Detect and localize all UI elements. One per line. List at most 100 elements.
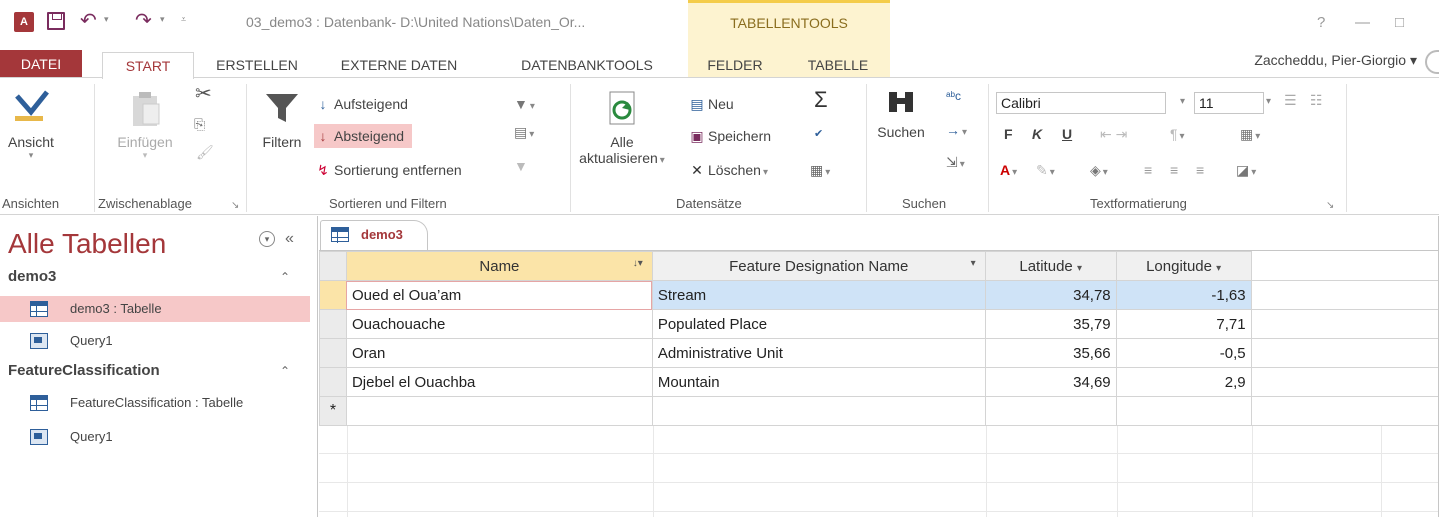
table-row[interactable]: Oran Administrative Unit 35,66 -0,5: [319, 338, 1439, 368]
underline-button[interactable]: U: [1062, 126, 1072, 142]
filtern-button[interactable]: Filtern: [254, 88, 310, 150]
select-all-cell[interactable]: [319, 251, 347, 281]
undo-icon[interactable]: ↶: [80, 8, 97, 33]
format-painter-icon[interactable]: 🖌: [196, 140, 214, 164]
save-icon[interactable]: [47, 12, 65, 30]
font-name-dropdown-icon[interactable]: ▾: [1180, 90, 1185, 114]
align-center-icon[interactable]: ≡: [1170, 158, 1178, 182]
nav-item-featureclassification-table[interactable]: FeatureClassification : Tabelle: [0, 390, 310, 416]
select-icon[interactable]: ⇲ ▾: [946, 150, 965, 174]
align-left-icon[interactable]: ≡: [1144, 158, 1152, 182]
fill-color-icon[interactable]: ◈ ▾: [1090, 158, 1108, 182]
nav-pane-title[interactable]: Alle Tabellen: [8, 228, 166, 260]
save-record-button[interactable]: ▣ Speichern: [688, 124, 771, 148]
table-row[interactable]: Ouachouache Populated Place 35,79 7,71: [319, 309, 1439, 339]
cell-feature[interactable]: Stream: [651, 280, 986, 310]
remove-sort-button[interactable]: ↯ Sortierung entfernen: [314, 158, 462, 182]
column-dropdown-icon[interactable]: ▾: [1077, 263, 1082, 274]
redo-icon[interactable]: ↷: [135, 8, 152, 33]
table-row[interactable]: Djebel el Ouachba Mountain 34,69 2,9: [319, 367, 1439, 397]
cell-latitude[interactable]: 34,69: [984, 367, 1117, 397]
sort-descending-arrow-icon[interactable]: ↓▾: [633, 258, 643, 269]
zwischenablage-launcher-icon[interactable]: ↘: [231, 200, 239, 211]
new-record-marker[interactable]: *: [319, 396, 347, 426]
sort-descending-button[interactable]: ↓ Absteigend: [314, 124, 413, 148]
bold-button[interactable]: F: [1004, 126, 1013, 142]
cell-name[interactable]: Ouachouache: [345, 309, 653, 339]
row-selector[interactable]: [319, 280, 347, 310]
nav-item-query1[interactable]: Query1: [0, 328, 310, 354]
advanced-filter-icon[interactable]: ▤ ▾: [514, 120, 534, 144]
totals-sigma-icon[interactable]: Σ: [814, 88, 828, 112]
cell-longitude[interactable]: -1,63: [1115, 280, 1252, 310]
tab-tabelle[interactable]: TABELLE: [796, 52, 880, 78]
alle-aktualisieren-button[interactable]: Alle aktualisieren ▾: [572, 88, 672, 166]
row-selector[interactable]: [319, 338, 347, 368]
replace-icon[interactable]: ᵃᵇc: [946, 84, 961, 108]
tab-datenbanktools[interactable]: DATENBANKTOOLS: [500, 52, 674, 78]
column-dropdown-icon[interactable]: ▾: [971, 258, 976, 269]
tab-erstellen[interactable]: ERSTELLEN: [210, 52, 304, 78]
cell-latitude[interactable]: [984, 396, 1117, 426]
indent-icons[interactable]: ⇤ ⇥: [1100, 122, 1127, 146]
undo-dropdown-icon[interactable]: ▾: [104, 14, 109, 25]
table-row[interactable]: Oued el Oua’am Stream 34,78 -1,63: [319, 280, 1439, 310]
cell-longitude[interactable]: -0,5: [1115, 338, 1252, 368]
sort-ascending-button[interactable]: ↓ Aufsteigend: [314, 92, 408, 116]
suchen-button[interactable]: Suchen: [870, 88, 932, 140]
nav-collapse-icon[interactable]: «: [285, 230, 294, 248]
cell-feature[interactable]: [651, 396, 986, 426]
toggle-filter-icon[interactable]: ▼: [514, 154, 528, 178]
font-color-icon[interactable]: A ▾: [1000, 158, 1017, 182]
cell-feature[interactable]: Populated Place: [651, 309, 986, 339]
alternate-row-color-icon[interactable]: ◪ ▾: [1236, 158, 1256, 182]
cell-latitude[interactable]: 35,66: [984, 338, 1117, 368]
selection-filter-icon[interactable]: ▼ ▾: [514, 92, 535, 116]
cell-feature[interactable]: Administrative Unit: [651, 338, 986, 368]
textformatierung-launcher-icon[interactable]: ↘: [1326, 200, 1334, 211]
restore-button[interactable]: □: [1395, 14, 1404, 31]
cell-name[interactable]: Oued el Oua’am: [345, 280, 653, 310]
align-right-icon[interactable]: ≡: [1196, 158, 1204, 182]
spelling-icon[interactable]: ✔: [814, 122, 823, 146]
help-icon[interactable]: ?: [1317, 14, 1325, 31]
row-selector[interactable]: [319, 309, 347, 339]
copy-icon[interactable]: ⎘: [194, 112, 205, 136]
numbered-list-icon[interactable]: ☷: [1310, 88, 1323, 112]
cell-name[interactable]: [345, 396, 653, 426]
more-records-icon[interactable]: ▦ ▾: [810, 158, 830, 182]
font-size-dropdown-icon[interactable]: ▾: [1266, 90, 1271, 114]
customize-qat-icon[interactable]: ⩡: [181, 14, 186, 25]
goto-icon[interactable]: → ▾: [946, 118, 967, 142]
paragraph-direction-icon[interactable]: ¶ ▾: [1170, 122, 1185, 146]
cell-longitude[interactable]: 2,9: [1115, 367, 1252, 397]
document-tab-demo3[interactable]: demo3: [320, 220, 428, 250]
einfuegen-button[interactable]: Einfügen ▾: [112, 88, 178, 161]
minimize-button[interactable]: —: [1355, 14, 1370, 31]
new-record-row[interactable]: *: [319, 396, 1439, 426]
tab-externe-daten[interactable]: EXTERNE DATEN: [322, 52, 476, 78]
nav-group-header[interactable]: FeatureClassification: [8, 362, 160, 379]
delete-record-button[interactable]: ✕ Löschen ▾: [688, 158, 768, 182]
user-account[interactable]: Zaccheddu, Pier-Giorgio ▾: [1254, 52, 1417, 69]
row-selector[interactable]: [319, 367, 347, 397]
bullet-list-icon[interactable]: ☰: [1284, 88, 1297, 112]
cell-longitude[interactable]: [1115, 396, 1252, 426]
column-dropdown-icon[interactable]: ▾: [1216, 263, 1221, 274]
redo-dropdown-icon[interactable]: ▾: [160, 14, 165, 25]
column-header-latitude[interactable]: Latitude ▾: [984, 251, 1117, 281]
column-header-name[interactable]: Name ↓▾: [345, 251, 653, 281]
cell-feature[interactable]: Mountain: [651, 367, 986, 397]
access-app-icon[interactable]: A: [14, 12, 34, 32]
cell-name[interactable]: Djebel el Ouachba: [345, 367, 653, 397]
gridlines-icon[interactable]: ▦ ▾: [1240, 122, 1260, 146]
ansicht-button[interactable]: Ansicht ▾: [4, 88, 58, 161]
nav-menu-dropdown-icon[interactable]: ▾: [259, 231, 275, 247]
highlight-icon[interactable]: ✎ ▾: [1036, 158, 1055, 182]
column-header-feature[interactable]: Feature Designation Name ▾: [651, 251, 986, 281]
cell-longitude[interactable]: 7,71: [1115, 309, 1252, 339]
cell-name[interactable]: Oran: [345, 338, 653, 368]
tab-felder[interactable]: FELDER: [698, 52, 772, 78]
nav-item-query1[interactable]: Query1: [0, 424, 310, 450]
new-record-button[interactable]: ▤ Neu: [688, 92, 733, 116]
